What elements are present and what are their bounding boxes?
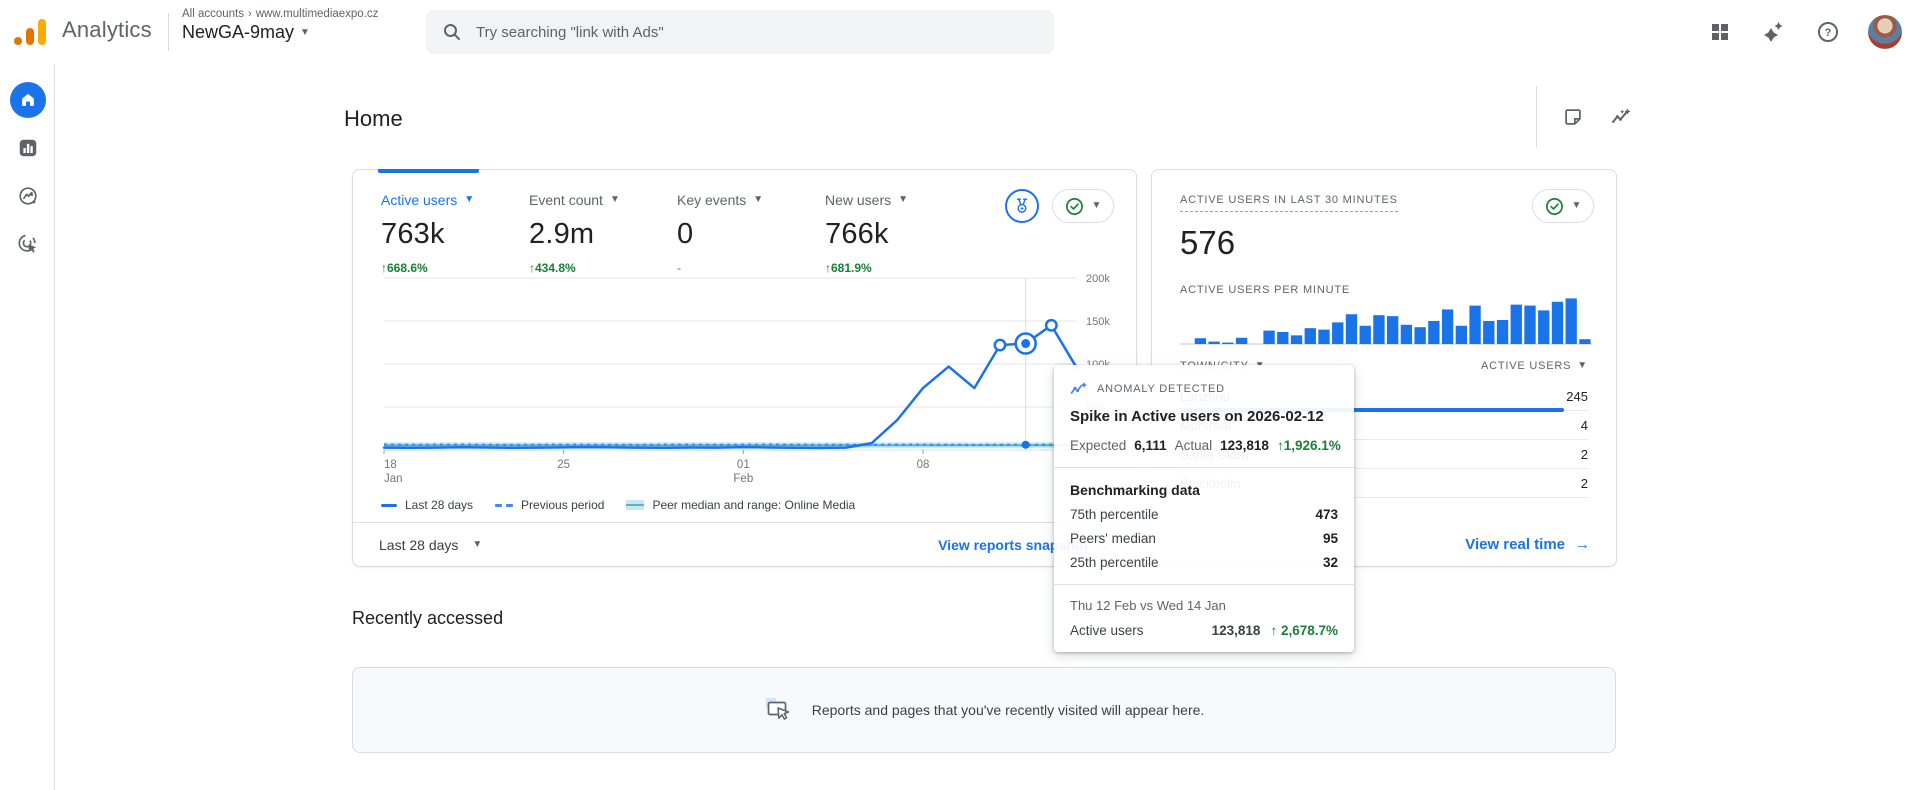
active-users-trend-chart[interactable]: 050k100k150k200k18Jan2501Feb08	[377, 270, 1127, 495]
svg-text:08: 08	[917, 459, 930, 471]
chevron-down-icon: ▼	[1577, 361, 1588, 371]
breadcrumb-property[interactable]: www.multimediaexpo.cz	[256, 8, 379, 20]
city-users: 2	[1581, 476, 1588, 491]
empty-state-text: Reports and pages that you've recently v…	[812, 702, 1205, 718]
benchmark-title: Benchmarking data	[1070, 482, 1338, 498]
realtime-value: 576	[1180, 224, 1588, 262]
benchmarking-button[interactable]	[1005, 189, 1039, 223]
nav-explore[interactable]	[0, 172, 55, 220]
gemini-sparkle-icon[interactable]	[1760, 18, 1788, 46]
divider	[1054, 467, 1354, 468]
nav-advertising[interactable]	[0, 220, 55, 268]
data-quality-pill[interactable]: ▼	[1052, 189, 1114, 223]
arrow-right-icon: →	[1575, 536, 1590, 553]
nav-home[interactable]	[0, 76, 55, 124]
recently-accessed-title: Recently accessed	[352, 608, 503, 629]
select-cursor-icon	[764, 696, 794, 724]
benchmark-row: Peers' median95	[1070, 531, 1338, 546]
overview-card: Active users▼ 763k ↑668.6% Event count▼ …	[352, 169, 1137, 567]
analytics-logo-icon	[14, 19, 52, 45]
advertising-icon	[17, 233, 39, 255]
legend-last-28-days: Last 28 days	[381, 498, 473, 512]
benchmark-row: 25th percentile32	[1070, 555, 1338, 570]
date-range-selector[interactable]: Last 28 days ▼	[379, 537, 482, 553]
svg-text:25: 25	[557, 459, 570, 471]
chevron-down-icon: ▼	[1092, 201, 1102, 211]
divider	[168, 13, 169, 51]
bar-chart-icon	[17, 137, 39, 159]
svg-text:?: ?	[1825, 27, 1832, 39]
chevron-down-icon[interactable]: ▼	[610, 195, 620, 205]
recently-accessed-empty-state: Reports and pages that you've recently v…	[352, 667, 1616, 753]
search-bar[interactable]	[426, 10, 1054, 54]
chevron-down-icon[interactable]: ▼	[898, 195, 908, 205]
realtime-quality-pill[interactable]: ▼	[1532, 189, 1594, 223]
metric-tab-new-users[interactable]: New users▼ 766k ↑681.9%	[825, 192, 973, 275]
chevron-down-icon[interactable]: ▼	[753, 195, 763, 205]
compare-dates: Thu 12 Feb vs Wed 14 Jan	[1070, 598, 1338, 613]
dashed-line-swatch	[495, 504, 513, 507]
svg-text:150k: 150k	[1086, 316, 1110, 328]
metric-value: 0	[677, 218, 825, 251]
svg-text:Feb: Feb	[733, 473, 753, 485]
search-input[interactable]	[476, 24, 1038, 41]
anomaly-tooltip: ANOMALY DETECTED Spike in Active users o…	[1054, 365, 1354, 652]
solid-line-swatch	[381, 504, 397, 507]
chevron-down-icon[interactable]: ▼	[464, 195, 474, 205]
realtime-title: ACTIVE USERS IN LAST 30 MINUTES	[1180, 194, 1398, 212]
left-nav	[0, 64, 55, 790]
anomaly-icon	[1070, 381, 1088, 396]
chevron-down-icon: ▼	[472, 540, 482, 550]
anomaly-badge: ANOMALY DETECTED	[1070, 381, 1338, 396]
divider	[1054, 584, 1354, 585]
benchmark-row: 75th percentile473	[1070, 507, 1338, 522]
medal-icon	[1013, 197, 1031, 215]
svg-text:18: 18	[384, 459, 397, 471]
explore-icon	[17, 185, 39, 207]
app-bar: Analytics All accounts › www.multimediae…	[0, 0, 1920, 64]
compare-row: Active users 123,818↑ 2,678.7%	[1070, 623, 1338, 638]
add-note-icon[interactable]	[1559, 103, 1587, 131]
ga-home-page: Analytics All accounts › www.multimediae…	[0, 0, 1920, 790]
svg-text:01: 01	[737, 459, 750, 471]
chevron-down-icon: ▼	[1572, 201, 1582, 211]
home-icon	[10, 82, 46, 118]
breadcrumb-accounts[interactable]: All accounts	[182, 8, 244, 20]
metric-tab-event-count[interactable]: Event count▼ 2.9m ↑434.8%	[529, 192, 677, 275]
page-title: Home	[344, 106, 403, 132]
svg-text:200k: 200k	[1086, 273, 1110, 285]
city-users: 4	[1581, 418, 1588, 433]
metric-value: 763k	[381, 218, 529, 251]
view-real-time-link[interactable]: View real time →	[1465, 536, 1590, 553]
nav-reports[interactable]	[0, 124, 55, 172]
insights-icon[interactable]	[1607, 103, 1635, 131]
city-users: 2	[1581, 447, 1588, 462]
anomaly-stats: Expected 6,111 Actual 123,818 ↑1,926.1%	[1070, 438, 1338, 453]
legend-peer-median: Peer median and range: Online Media	[626, 498, 855, 512]
search-icon	[442, 22, 462, 42]
chevron-down-icon: ▼	[300, 28, 310, 38]
google-apps-grid-icon[interactable]	[1706, 18, 1734, 46]
legend-previous-period: Previous period	[495, 498, 604, 512]
metric-value: 766k	[825, 218, 973, 251]
chart-legend: Last 28 days Previous period Peer median…	[381, 498, 855, 512]
property-selector[interactable]: NewGA-9may ▼	[182, 22, 378, 43]
selected-metric-indicator	[378, 169, 479, 173]
product-name: Analytics	[62, 17, 152, 43]
anomaly-title: Spike in Active users on 2026-02-12	[1070, 408, 1338, 425]
svg-text:Jan: Jan	[384, 473, 403, 485]
help-icon[interactable]: ?	[1814, 18, 1842, 46]
breadcrumb[interactable]: All accounts › www.multimediaexpo.cz	[182, 8, 378, 20]
check-circle-icon	[1065, 197, 1084, 216]
chevron-right-icon: ›	[248, 8, 252, 20]
city-users: 245	[1566, 389, 1588, 404]
band-swatch	[626, 500, 644, 510]
user-avatar[interactable]	[1868, 15, 1902, 49]
metric-tab-active-users[interactable]: Active users▼ 763k ↑668.6%	[381, 192, 529, 275]
metric-tab-key-events[interactable]: Key events▼ 0 -	[677, 192, 825, 275]
metric-value: 2.9m	[529, 218, 677, 251]
check-circle-icon	[1545, 197, 1564, 216]
column-active-users[interactable]: ACTIVE USERS▼	[1481, 360, 1588, 372]
active-users-per-minute-chart[interactable]	[1180, 290, 1592, 346]
